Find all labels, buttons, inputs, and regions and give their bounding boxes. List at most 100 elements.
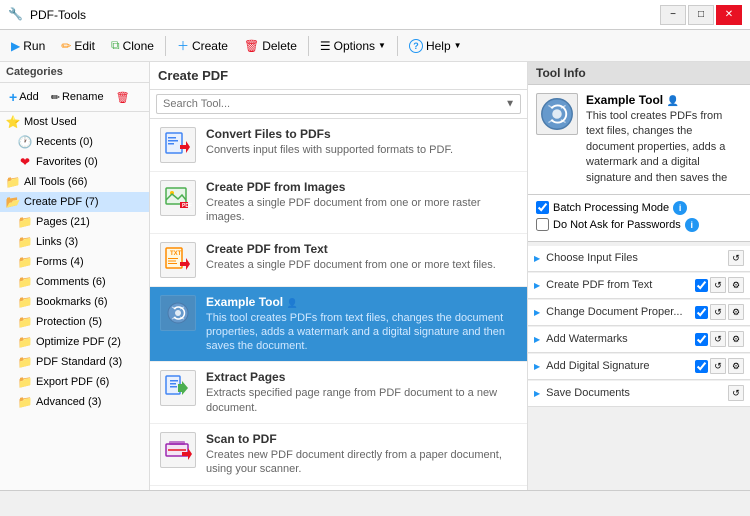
change-doc-prop-settings-button[interactable]: ⚙ <box>728 304 744 320</box>
sidebar-item-advanced[interactable]: 📁 Advanced (3) <box>0 392 149 412</box>
delete-cat-icon: 🗑 <box>116 91 130 104</box>
add-digital-sig-checkbox[interactable] <box>695 360 708 373</box>
sidebar-item-comments[interactable]: 📁 Comments (6) <box>0 272 149 292</box>
options-button[interactable]: ☰ Options ▼ <box>313 33 393 59</box>
steps-list: ▶ Choose Input Files ↺ ▶ Create PDF from… <box>528 242 750 490</box>
choose-input-reset-button[interactable]: ↺ <box>728 250 744 266</box>
sidebar-item-pdf-standard[interactable]: 📁 PDF Standard (3) <box>0 352 149 372</box>
middle-panel-title: Create PDF <box>150 62 527 90</box>
tool-item-convert-files[interactable]: Convert Files to PDFs Converts input fil… <box>150 119 527 172</box>
create-from-text-settings-button[interactable]: ⚙ <box>728 277 744 293</box>
minimize-button[interactable]: − <box>660 5 686 25</box>
no-password-checkbox[interactable] <box>536 218 549 231</box>
pdf-standard-label: PDF Standard (3) <box>36 356 143 368</box>
save-documents-expand-icon[interactable]: ▶ <box>534 389 540 398</box>
add-watermarks-settings-button[interactable]: ⚙ <box>728 331 744 347</box>
protection-label: Protection (5) <box>36 316 143 328</box>
svg-text:TXT: TXT <box>170 251 182 257</box>
add-category-button[interactable]: + Add <box>4 86 44 108</box>
create-label: Create <box>192 39 228 53</box>
clone-button[interactable]: ⧉ Clone <box>104 33 161 59</box>
optimize-icon: 📁 <box>18 335 32 349</box>
right-panel: Tool Info Example Tool 👤 This tool creat… <box>528 62 750 490</box>
change-doc-prop-expand-icon[interactable]: ▶ <box>534 308 540 317</box>
tool-info-header: Tool Info <box>528 62 750 85</box>
create-from-text-expand-icon[interactable]: ▶ <box>534 281 540 290</box>
add-watermarks-reset-button[interactable]: ↺ <box>710 331 726 347</box>
links-label: Links (3) <box>36 236 143 248</box>
batch-mode-checkbox[interactable] <box>536 201 549 214</box>
add-watermarks-expand-icon[interactable]: ▶ <box>534 335 540 344</box>
create-from-text-label: Create PDF from Text <box>546 279 691 291</box>
sidebar-item-optimize-pdf[interactable]: 📁 Optimize PDF (2) <box>0 332 149 352</box>
sidebar-item-links[interactable]: 📁 Links (3) <box>0 232 149 252</box>
from-text-info: Create PDF from Text Creates a single PD… <box>206 242 496 272</box>
svg-text:PDF: PDF <box>182 203 192 209</box>
extract-pages-icon <box>160 370 196 406</box>
convert-files-icon <box>160 127 196 163</box>
add-digital-sig-settings-button[interactable]: ⚙ <box>728 358 744 374</box>
tool-item-from-text[interactable]: TXT Create PDF from Text Creates a singl… <box>150 234 527 287</box>
maximize-button[interactable]: □ <box>688 5 714 25</box>
scan-to-pdf-name: Scan to PDF <box>206 432 517 446</box>
edit-button[interactable]: ✏ Edit <box>54 33 102 59</box>
sidebar-item-recents[interactable]: 🕐 Recents (0) <box>0 132 149 152</box>
comments-label: Comments (6) <box>36 276 143 288</box>
search-input[interactable] <box>156 94 521 114</box>
convert-files-desc: Converts input files with supported form… <box>206 143 453 157</box>
create-button[interactable]: ＋ Create <box>170 33 235 59</box>
create-from-text-reset-button[interactable]: ↺ <box>710 277 726 293</box>
change-doc-prop-checkbox[interactable] <box>695 306 708 319</box>
delete-button[interactable]: 🗑 Delete <box>237 33 304 59</box>
clone-icon: ⧉ <box>111 38 120 53</box>
choose-input-controls: ↺ <box>728 250 744 266</box>
sidebar-item-favorites[interactable]: ❤ Favorites (0) <box>0 152 149 172</box>
tool-info-text-block: Example Tool 👤 This tool creates PDFs fr… <box>586 93 742 186</box>
sidebar-item-all-tools[interactable]: 📁 All Tools (66) <box>0 172 149 192</box>
add-digital-sig-reset-button[interactable]: ↺ <box>710 358 726 374</box>
help-button[interactable]: ? Help ▼ <box>402 33 469 59</box>
sidebar-item-forms[interactable]: 📁 Forms (4) <box>0 252 149 272</box>
tool-item-example-tool[interactable]: Example Tool 👤 This tool creates PDFs fr… <box>150 287 527 363</box>
forms-label: Forms (4) <box>36 256 143 268</box>
save-documents-controls: ↺ <box>728 385 744 401</box>
tool-item-from-images[interactable]: PDF Create PDF from Images Creates a sin… <box>150 172 527 234</box>
run-button[interactable]: ▶ Run <box>4 33 52 59</box>
tool-item-extract-pages[interactable]: Extract Pages Extracts specified page ra… <box>150 362 527 424</box>
recents-icon: 🕐 <box>18 135 32 149</box>
sidebar-item-create-pdf[interactable]: 📂 Create PDF (7) <box>0 192 149 212</box>
no-password-row: Do Not Ask for Passwords i <box>536 218 742 232</box>
choose-input-expand-icon[interactable]: ▶ <box>534 254 540 263</box>
sidebar-item-pages[interactable]: 📁 Pages (21) <box>0 212 149 232</box>
add-watermarks-checkbox[interactable] <box>695 333 708 346</box>
sidebar-item-most-used[interactable]: ⭐ Most Used <box>0 112 149 132</box>
save-documents-reset-button[interactable]: ↺ <box>728 385 744 401</box>
create-from-text-checkbox[interactable] <box>695 279 708 292</box>
sidebar-item-bookmarks[interactable]: 📁 Bookmarks (6) <box>0 292 149 312</box>
close-button[interactable]: ✕ <box>716 5 742 25</box>
batch-mode-info-icon[interactable]: i <box>673 201 687 215</box>
advanced-icon: 📁 <box>18 395 32 409</box>
choose-input-label: Choose Input Files <box>546 252 724 264</box>
run-icon: ▶ <box>11 39 20 53</box>
rename-category-button[interactable]: ✏ Rename <box>46 88 109 107</box>
example-tool-icon <box>160 295 196 331</box>
add-digital-sig-controls: ↺ ⚙ <box>695 358 744 374</box>
tool-item-scan-to-pdf[interactable]: Scan to PDF Creates new PDF document dir… <box>150 424 527 486</box>
from-text-icon: TXT <box>160 242 196 278</box>
add-digital-sig-expand-icon[interactable]: ▶ <box>534 362 540 371</box>
toolbar-separator-1 <box>165 36 166 56</box>
delete-category-button[interactable]: 🗑 <box>111 88 135 107</box>
extract-pages-desc: Extracts specified page range from PDF d… <box>206 386 517 415</box>
change-doc-prop-reset-button[interactable]: ↺ <box>710 304 726 320</box>
main-content: Categories + Add ✏ Rename 🗑 ⭐ Most Used … <box>0 62 750 490</box>
tool-item-split-merge[interactable]: Split/Merge PDFs Combines all input PDFs… <box>150 486 527 490</box>
tool-list: Convert Files to PDFs Converts input fil… <box>150 119 527 490</box>
help-icon: ? <box>409 39 423 53</box>
sidebar-item-export-pdf[interactable]: 📁 Export PDF (6) <box>0 372 149 392</box>
pdf-standard-icon: 📁 <box>18 355 32 369</box>
export-pdf-label: Export PDF (6) <box>36 376 143 388</box>
no-password-label: Do Not Ask for Passwords <box>553 219 681 231</box>
sidebar-item-protection[interactable]: 📁 Protection (5) <box>0 312 149 332</box>
no-password-info-icon[interactable]: i <box>685 218 699 232</box>
